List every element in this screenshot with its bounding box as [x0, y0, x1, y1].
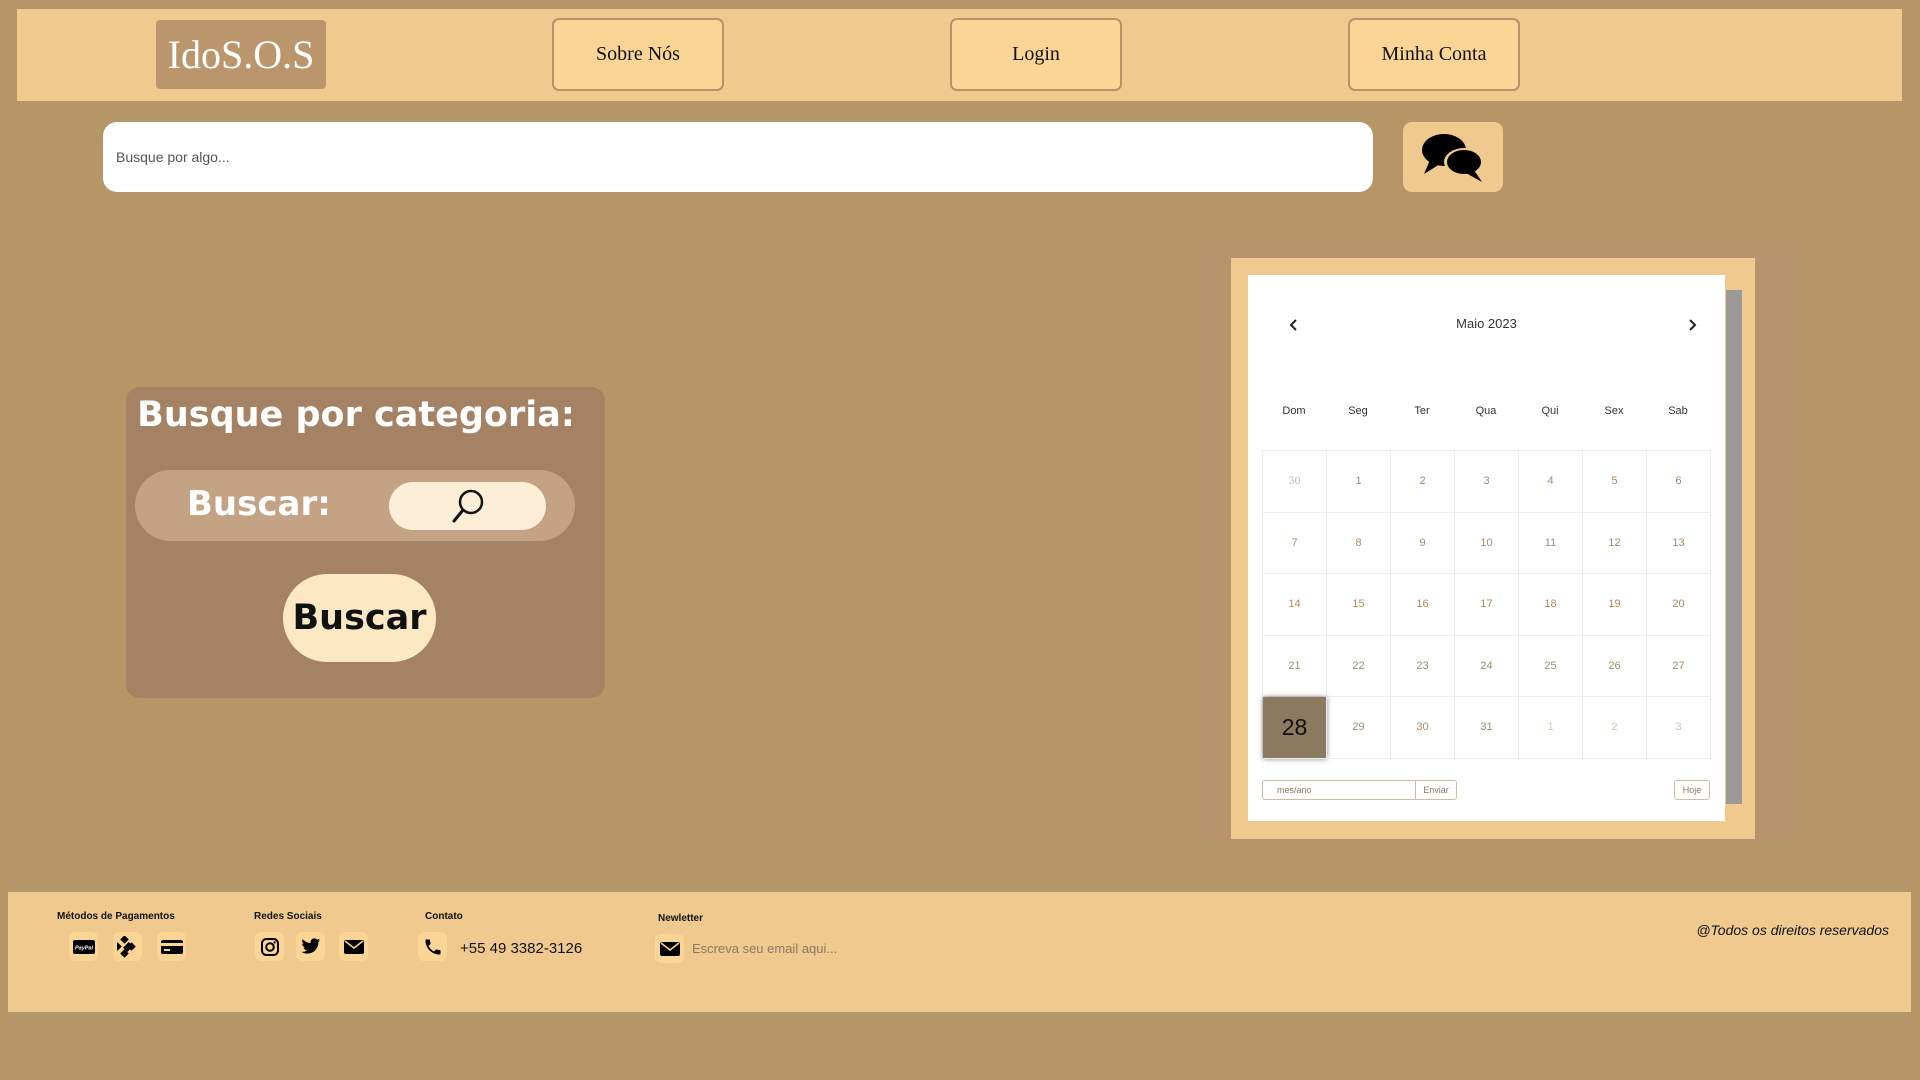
calendar-day-today[interactable]: 28 — [1263, 697, 1327, 759]
twitter-link[interactable] — [296, 932, 325, 961]
calendar-day[interactable]: 22 — [1327, 635, 1391, 697]
calendar-day[interactable]: 29 — [1327, 697, 1391, 759]
calendar-day[interactable]: 17 — [1455, 574, 1519, 636]
contact-heading: Contato — [425, 911, 463, 922]
calendar-day[interactable]: 14 — [1263, 574, 1327, 636]
calendar-day[interactable]: 20 — [1647, 574, 1711, 636]
calendar-widget: Maio 2023 Dom Seg Ter Qua Qui Sex Sab 30 1 2 3 4 5 6… — [1248, 275, 1725, 821]
about-button[interactable]: Sobre Nós — [552, 18, 724, 91]
weekday-label: Ter — [1414, 405, 1430, 417]
calendar-day[interactable]: 15 — [1327, 574, 1391, 636]
footer: Métodos de Pagamentos PayPal Redes Socia… — [8, 892, 1911, 1012]
calendar-day[interactable]: 1 — [1519, 697, 1583, 759]
my-account-button[interactable]: Minha Conta — [1348, 18, 1520, 91]
email-icon — [343, 939, 364, 954]
category-search-row: Buscar: — [135, 470, 575, 541]
calendar-day[interactable]: 31 — [1455, 697, 1519, 759]
calendar-day[interactable]: 9 — [1391, 512, 1455, 574]
login-button[interactable]: Login — [950, 18, 1122, 91]
weekday-label: Qua — [1475, 405, 1497, 417]
email-link[interactable] — [339, 932, 368, 961]
calendar-day[interactable]: 24 — [1455, 635, 1519, 697]
instagram-icon — [260, 937, 279, 956]
phone-button[interactable] — [418, 932, 447, 961]
month-submit-button[interactable]: Enviar — [1415, 780, 1457, 800]
calendar-weekday-header: Dom Seg Ter Qua Qui Sex Sab — [1262, 405, 1710, 421]
weekday-label: Qui — [1541, 405, 1559, 417]
calendar-day[interactable]: 11 — [1519, 512, 1583, 574]
social-heading: Redes Sociais — [254, 911, 322, 922]
site-logo[interactable]: IdoS.O.S — [156, 20, 326, 89]
month-year-input[interactable] — [1262, 780, 1415, 800]
calendar-day[interactable]: 6 — [1647, 451, 1711, 513]
calendar-day[interactable]: 4 — [1519, 451, 1583, 513]
calendar-day-grid: 30 1 2 3 4 5 6 7 8 9 10 11 12 13 14 15 16 17 18 19 20 21 22 23 2… — [1262, 450, 1711, 759]
chat-button[interactable] — [1403, 122, 1503, 192]
newsletter-heading: Newletter — [658, 913, 704, 924]
pix-icon — [116, 935, 136, 958]
chevron-left-icon — [1289, 319, 1297, 331]
category-title: Busque por categoria: — [137, 395, 575, 435]
calendar-day[interactable]: 18 — [1519, 574, 1583, 636]
pix-button[interactable] — [113, 932, 142, 961]
calendar-day[interactable]: 8 — [1327, 512, 1391, 574]
instagram-link[interactable] — [255, 932, 284, 961]
calendar-day[interactable]: 7 — [1263, 512, 1327, 574]
category-search-field[interactable] — [389, 482, 546, 530]
twitter-icon — [301, 938, 320, 954]
email-icon — [659, 941, 680, 956]
credit-card-button[interactable] — [157, 932, 186, 961]
previous-month-button[interactable] — [1282, 313, 1306, 337]
calendar-day[interactable]: 2 — [1391, 451, 1455, 513]
magnifier-icon — [452, 489, 483, 523]
calendar-day[interactable]: 30 — [1263, 451, 1327, 513]
paypal-icon: PayPal — [72, 939, 95, 954]
category-search-button[interactable]: Buscar — [283, 574, 436, 662]
newsletter-email-input[interactable] — [692, 938, 892, 958]
calendar-day[interactable]: 27 — [1647, 635, 1711, 697]
copyright-text: @Todos os direitos reservados — [1696, 922, 1889, 938]
credit-card-icon — [160, 939, 183, 954]
search-input[interactable] — [103, 122, 1373, 192]
category-search-panel: Busque por categoria: Buscar: Buscar — [126, 387, 605, 698]
calendar-day[interactable]: 5 — [1583, 451, 1647, 513]
chat-bubbles-icon — [1422, 134, 1484, 182]
calendar-day[interactable]: 16 — [1391, 574, 1455, 636]
phone-number: +55 49 3382-3126 — [460, 940, 583, 957]
newsletter-icon-box — [655, 934, 684, 963]
chevron-right-icon — [1689, 319, 1697, 331]
payments-heading: Métodos de Pagamentos — [57, 911, 175, 922]
weekday-label: Sex — [1604, 405, 1624, 417]
calendar-day[interactable]: 25 — [1519, 635, 1583, 697]
today-button[interactable]: Hoje — [1674, 780, 1710, 800]
next-month-button[interactable] — [1680, 313, 1704, 337]
weekday-label: Dom — [1282, 405, 1306, 417]
calendar-day[interactable]: 19 — [1583, 574, 1647, 636]
calendar-day[interactable]: 30 — [1391, 697, 1455, 759]
calendar-day[interactable]: 26 — [1583, 635, 1647, 697]
category-search-label: Buscar: — [187, 484, 331, 524]
weekday-label: Sab — [1668, 405, 1688, 417]
calendar-scrollbar[interactable] — [1726, 290, 1742, 804]
phone-icon — [425, 939, 440, 954]
calendar-day[interactable]: 10 — [1455, 512, 1519, 574]
calendar-day[interactable]: 3 — [1455, 451, 1519, 513]
calendar-month-title: Maio 2023 — [1456, 316, 1517, 331]
svg-text:PayPal: PayPal — [74, 945, 93, 951]
calendar-day[interactable]: 23 — [1391, 635, 1455, 697]
paypal-button[interactable]: PayPal — [69, 932, 98, 961]
calendar-day[interactable]: 12 — [1583, 512, 1647, 574]
calendar-day[interactable]: 3 — [1647, 697, 1711, 759]
weekday-label: Seg — [1348, 405, 1368, 417]
calendar-day[interactable]: 1 — [1327, 451, 1391, 513]
calendar-day[interactable]: 21 — [1263, 635, 1327, 697]
calendar-day[interactable]: 2 — [1583, 697, 1647, 759]
calendar-day[interactable]: 13 — [1647, 512, 1711, 574]
